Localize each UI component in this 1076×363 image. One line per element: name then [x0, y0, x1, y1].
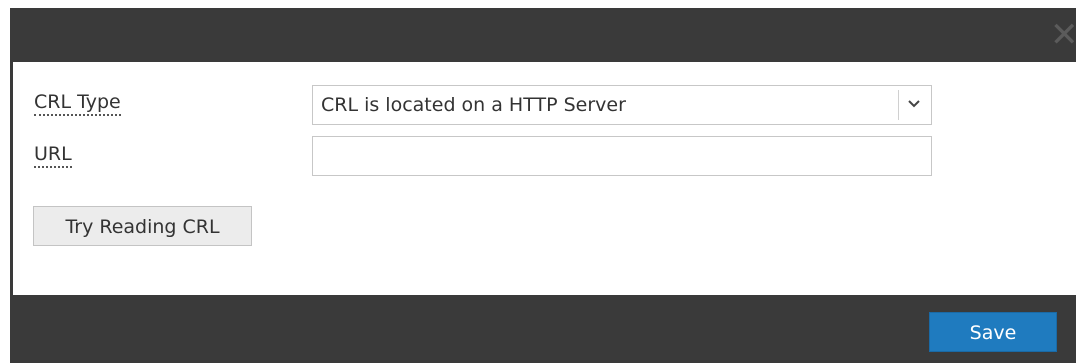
- dialog-header: ✕: [10, 8, 1076, 62]
- select-divider: [898, 90, 899, 120]
- chevron-down-icon[interactable]: [906, 95, 922, 111]
- crl-dialog: ✕ CRL Type CRL is located on a HTTP Serv…: [0, 0, 1076, 363]
- crl-type-select[interactable]: CRL is located on a HTTP Server: [312, 85, 932, 125]
- url-label: URL: [34, 143, 72, 168]
- crl-type-selected-value: CRL is located on a HTTP Server: [321, 94, 626, 116]
- crl-type-label: CRL Type: [34, 91, 121, 116]
- dialog-footer: [10, 295, 1076, 363]
- try-reading-crl-button[interactable]: Try Reading CRL: [33, 206, 252, 246]
- url-input[interactable]: [312, 136, 932, 176]
- save-button[interactable]: Save: [929, 312, 1057, 352]
- close-icon[interactable]: ✕: [1050, 18, 1076, 52]
